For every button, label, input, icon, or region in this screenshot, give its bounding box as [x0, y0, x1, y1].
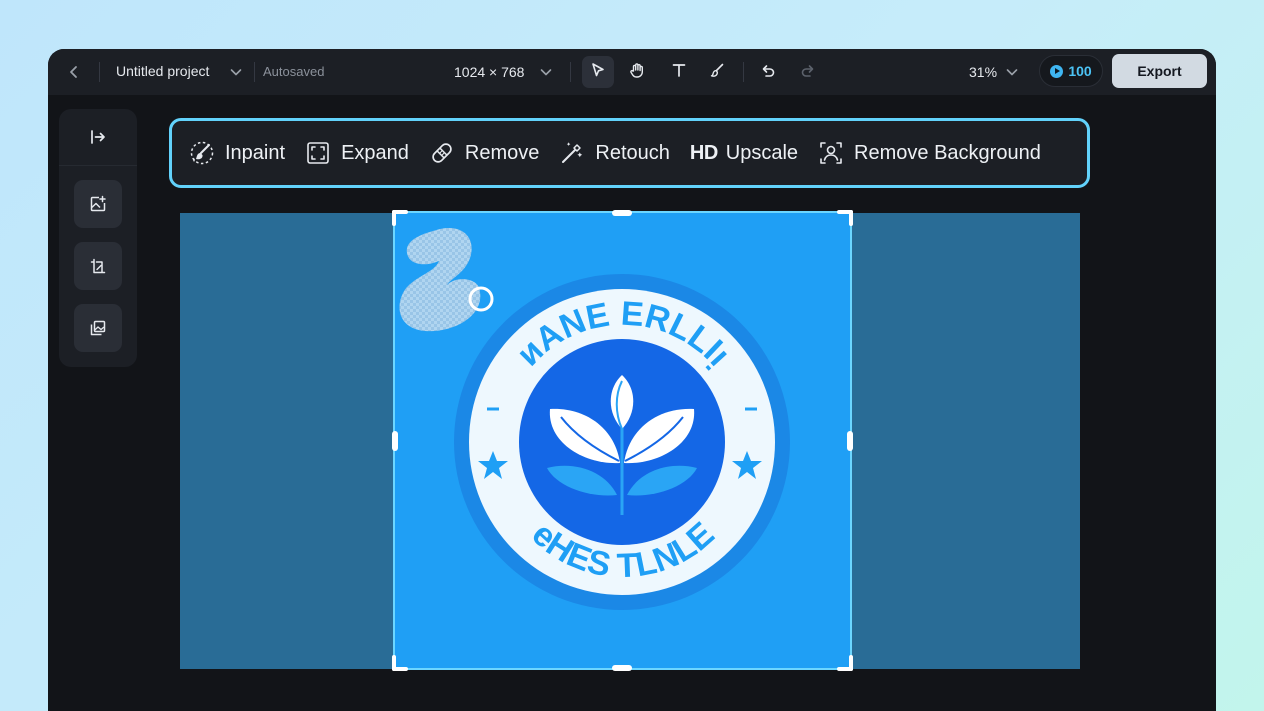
zoom-level[interactable]: 31%: [969, 64, 997, 80]
hand-tool-button[interactable]: [621, 56, 653, 88]
divider: [254, 62, 255, 82]
undo-button[interactable]: [752, 56, 784, 88]
divider: [570, 62, 571, 82]
selected-image[interactable]: ᴎANE ERLLIᴉ eHES TLNLE: [392, 210, 853, 671]
remove-bg-icon: [818, 140, 844, 166]
resize-handle[interactable]: [612, 665, 632, 671]
inpaint-label: Inpaint: [225, 141, 286, 164]
autosave-status: Autosaved: [263, 64, 325, 79]
remove-button[interactable]: Remove: [429, 140, 539, 166]
top-toolbar: Untitled project Autosaved 1024 × 768 31…: [48, 49, 1216, 95]
expand-button[interactable]: Expand: [305, 140, 409, 166]
hand-icon: [628, 61, 646, 84]
text-tool-button[interactable]: [663, 56, 695, 88]
brush-tool-button[interactable]: [701, 56, 733, 88]
select-tool-button[interactable]: [582, 56, 614, 88]
inpaint-button[interactable]: Inpaint: [189, 140, 285, 166]
remove-label: Remove: [464, 141, 540, 164]
project-title[interactable]: Untitled project: [116, 63, 209, 79]
magic-wand-icon: [559, 140, 585, 166]
divider: [743, 62, 744, 82]
app-window: Untitled project Autosaved 1024 × 768 31…: [48, 49, 1216, 711]
resize-button[interactable]: [74, 242, 122, 290]
eraser-icon: [429, 140, 455, 166]
remove-background-label: Remove Background: [854, 141, 1041, 164]
chevron-down-icon[interactable]: [1004, 64, 1020, 80]
resize-handle[interactable]: [849, 655, 853, 671]
select-icon: [589, 61, 607, 84]
add-image-button[interactable]: [74, 180, 122, 228]
redo-button[interactable]: [792, 56, 824, 88]
upscale-label: Upscale: [725, 141, 799, 164]
upscale-button[interactable]: HD Upscale: [690, 142, 798, 165]
resize-handle[interactable]: [392, 210, 396, 226]
divider: [99, 62, 100, 82]
chevron-left-icon[interactable]: [64, 62, 84, 82]
add-image-icon: [88, 194, 108, 214]
retouch-label: Retouch: [595, 141, 670, 164]
inpaint-brush-icon: [189, 140, 215, 166]
collapse-icon: [88, 127, 108, 147]
brush-icon: [708, 61, 726, 84]
remove-background-button[interactable]: Remove Background: [818, 140, 1041, 166]
canvas-area[interactable]: ᴎANE ERLLIᴉ eHES TLNLE: [180, 210, 1080, 671]
retouch-button[interactable]: Retouch: [559, 140, 670, 166]
inpaint-mask: [399, 227, 481, 332]
left-sidebar: [59, 109, 137, 367]
expand-label: Expand: [341, 141, 409, 164]
text-icon: [670, 61, 688, 84]
collapse-panel-button[interactable]: [59, 109, 137, 166]
export-button[interactable]: Export: [1112, 54, 1207, 88]
hd-badge: HD: [689, 141, 718, 164]
resize-handle[interactable]: [847, 431, 853, 451]
credits-count: 100: [1068, 63, 1092, 79]
credit-coin-icon: [1050, 64, 1064, 78]
resize-icon: [88, 256, 108, 276]
expand-icon: [305, 140, 331, 166]
resize-handle[interactable]: [392, 431, 398, 451]
ai-tools-toolbar: Inpaint Expand Remove Retouch HD Upscale: [169, 118, 1090, 188]
undo-icon: [759, 61, 777, 84]
resize-handle[interactable]: [612, 210, 632, 216]
logo-graphic: ᴎANE ERLLIᴉ eHES TLNLE: [399, 227, 790, 610]
resize-handle[interactable]: [392, 655, 396, 671]
canvas-size-select[interactable]: 1024 × 768: [454, 64, 524, 80]
credits-badge[interactable]: 100: [1039, 55, 1103, 87]
resize-handle[interactable]: [849, 210, 853, 226]
layers-icon: [88, 318, 108, 338]
redo-icon: [799, 61, 817, 84]
chevron-down-icon[interactable]: [538, 64, 554, 80]
chevron-down-icon[interactable]: [228, 64, 244, 80]
layers-button[interactable]: [74, 304, 122, 352]
